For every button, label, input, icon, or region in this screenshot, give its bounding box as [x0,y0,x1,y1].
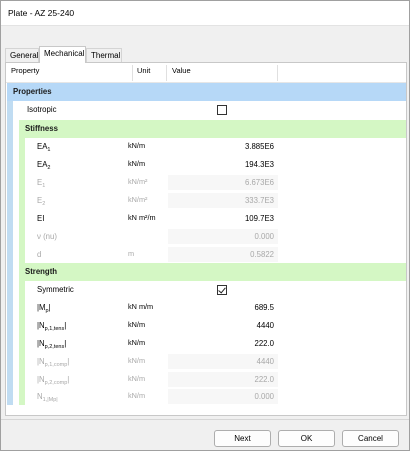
np1tens-input[interactable]: 4440 [168,318,278,333]
ea1-input[interactable]: 3.885E6 [168,139,278,154]
toolbar-band [1,25,409,46]
row-nu: ν (nu) 0.000 [13,228,406,246]
d-value: 0.5822 [168,247,278,262]
cancel-button[interactable]: Cancel [342,430,399,447]
ea2-input[interactable]: 194.3E3 [168,157,278,172]
row-ea1: EA1 kN/m 3.885E6 [13,138,406,156]
ok-button[interactable]: OK [278,430,335,447]
value-cell [168,102,278,117]
row-isotropic: Isotropic [13,101,406,119]
column-divider[interactable] [277,65,278,81]
property-label: N1,|Mp| [37,392,58,403]
row-mp: |Mp| kN m/m 689.5 [13,299,406,317]
plate-dialog: Plate - AZ 25-240 General Mechanical The… [0,0,410,451]
row-symmetric: Symmetric [13,281,406,299]
row-e2: E2 kN/m² 333.7E3 [13,192,406,210]
unit-label: kN/m [128,338,146,347]
unit-label: kN/m [128,374,146,383]
section-strength[interactable]: Strength [19,263,406,281]
tab-general[interactable]: General [5,48,39,62]
property-label: E2 [37,196,46,207]
column-divider[interactable] [166,65,167,81]
property-label: E1 [37,178,46,189]
section-properties[interactable]: Properties [7,83,406,101]
unit-label: kN m/m [128,302,154,311]
section-label: Strength [25,267,58,276]
unit-label: kN/m² [128,177,148,186]
section-stiffness[interactable]: Stiffness [19,120,406,138]
row-d: d m 0.5822 [13,246,406,264]
unit-label: kN/m [128,356,146,365]
section-label: Properties [13,87,52,96]
unit-label: kN/m [128,141,146,150]
property-label: EA1 [37,142,51,153]
property-label: d [37,250,42,259]
property-label: |Mp| [37,303,51,314]
ei-input[interactable]: 109.7E3 [168,211,278,226]
property-label: ν (nu) [37,232,57,241]
unit-label: kN/m [128,391,146,400]
next-button[interactable]: Next [214,430,271,447]
property-label: |Np,2,tens| [37,339,67,350]
tab-mechanical[interactable]: Mechanical [39,46,86,63]
np2tens-input[interactable]: 222.0 [168,336,278,351]
window-title: Plate - AZ 25-240 [8,8,75,18]
unit-label: kN/m [128,159,146,168]
dialog-footer: Next OK Cancel [1,419,409,450]
unit-label: m [128,249,135,258]
value-cell [168,282,278,297]
row-np1comp: |Np,1,comp| kN/m 4440 [13,353,406,371]
row-ei: EI kN m²/m 109.7E3 [13,210,406,228]
property-grid: Property Unit Value Properties Isotropic… [5,62,407,416]
unit-label: kN/m [128,320,146,329]
property-label: |Np,2,comp| [37,375,70,386]
property-label: EI [37,214,45,223]
column-header-unit[interactable]: Unit [137,66,150,80]
property-label: EA2 [37,160,51,171]
e1-value: 6.673E6 [168,175,278,190]
nu-value: 0.000 [168,229,278,244]
column-header-property[interactable]: Property [11,66,39,80]
column-header-value[interactable]: Value [172,66,191,80]
unit-label: kN m²/m [128,213,156,222]
mp-input[interactable]: 689.5 [168,300,278,315]
section-label: Stiffness [25,124,58,133]
property-label: |Np,1,comp| [37,357,70,368]
isotropic-checkbox[interactable] [217,105,227,115]
unit-label: kN/m² [128,195,148,204]
row-n1mp: N1,|Mp| kN/m 0.000 [13,388,406,406]
np2comp-value: 222.0 [168,372,278,387]
row-e1: E1 kN/m² 6.673E6 [13,174,406,192]
np1comp-value: 4440 [168,354,278,369]
column-divider[interactable] [132,65,133,81]
row-np1tens: |Np,1,tens| kN/m 4440 [13,317,406,335]
tab-thermal[interactable]: Thermal [86,48,122,62]
row-np2tens: |Np,2,tens| kN/m 222.0 [13,335,406,353]
row-np2comp: |Np,2,comp| kN/m 222.0 [13,371,406,389]
property-label: Symmetric [37,285,74,294]
row-ea2: EA2 kN/m 194.3E3 [13,156,406,174]
n1mp-value: 0.000 [168,389,278,404]
e2-value: 333.7E3 [168,193,278,208]
property-label: Isotropic [27,105,57,114]
property-label: |Np,1,tens| [37,321,67,332]
title-bar: Plate - AZ 25-240 [1,1,409,25]
symmetric-checkbox[interactable] [217,285,227,295]
